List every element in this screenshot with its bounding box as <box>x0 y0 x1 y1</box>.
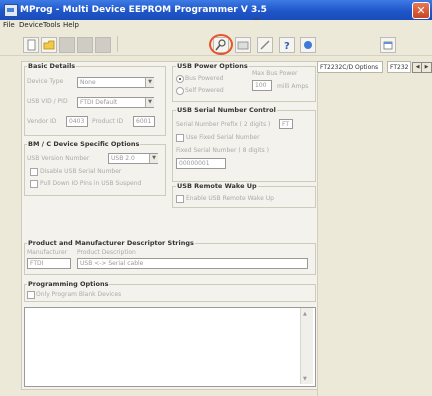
parse-icon[interactable] <box>257 37 273 53</box>
tab-ft232[interactable]: FT232 <box>387 61 411 73</box>
disable-serial-checkbox[interactable] <box>30 168 38 176</box>
disable-serial-label: Disable USB Serial Number <box>40 168 122 175</box>
chevron-down-icon[interactable]: ▼ <box>145 98 154 107</box>
app-icon <box>4 4 18 17</box>
fixed-serial-field[interactable]: 00000001 <box>176 158 226 169</box>
product-id-field[interactable]: 6001 <box>133 116 155 127</box>
serial-prefix-field[interactable]: FT <box>279 119 293 129</box>
menu-file[interactable]: File <box>3 21 15 29</box>
copy-icon[interactable] <box>380 37 396 53</box>
only-blank-checkbox[interactable] <box>27 291 35 299</box>
chevron-down-icon[interactable]: ▼ <box>149 154 158 163</box>
max-bus-power-field[interactable]: 100 <box>252 80 272 91</box>
max-bus-power-label: Max Bus Power <box>252 70 298 77</box>
manufacturer-field[interactable]: FTDI <box>27 258 71 269</box>
usb-version-label: USB Version Number <box>27 155 90 162</box>
menu-tools[interactable]: Tools <box>43 21 60 29</box>
self-powered-radio[interactable] <box>176 87 184 95</box>
log-scrollbar[interactable] <box>300 308 313 384</box>
chevron-right-icon[interactable]: ▶ <box>421 62 432 73</box>
about-icon[interactable] <box>300 37 316 53</box>
toolbar-separator <box>117 36 118 52</box>
read-icon[interactable] <box>235 37 251 53</box>
vendor-id-label: Vendor ID <box>27 118 57 125</box>
basic-details-title: Basic Details <box>27 62 77 70</box>
device-type-select[interactable]: None <box>77 77 154 88</box>
usb-power-title: USB Power Options <box>176 62 249 70</box>
only-blank-label: Only Program Blank Devices <box>36 291 122 298</box>
bus-powered-label: Bus Powered <box>185 75 224 82</box>
remote-wake-label: Enable USB Remote Wake Up <box>186 195 274 202</box>
program-icon[interactable] <box>77 37 93 53</box>
usb-serial-title: USB Serial Number Control <box>176 106 277 114</box>
log-output[interactable] <box>24 307 316 387</box>
bus-powered-radio[interactable] <box>176 75 184 83</box>
save-icon[interactable] <box>59 37 75 53</box>
scroll-down-icon[interactable]: ▼ <box>303 376 307 382</box>
usb-wake-title: USB Remote Wake Up <box>176 182 258 190</box>
product-description-label: Product Description <box>77 249 136 256</box>
scroll-up-icon[interactable]: ▲ <box>303 311 307 317</box>
help-icon[interactable]: ? <box>279 37 295 53</box>
product-description-field[interactable]: USB <-> Serial cable <box>77 258 308 269</box>
use-fixed-serial-label: Use Fixed Serial Number <box>186 134 260 141</box>
product-id-label: Product ID <box>92 118 124 125</box>
programming-options-title: Programming Options <box>27 280 110 288</box>
pull-down-label: Pull Down IO Pins in USB Suspend <box>40 180 142 187</box>
tab-ft2232c[interactable]: FT2232C/D Options <box>317 61 383 73</box>
close-button[interactable]: ✕ <box>412 2 430 19</box>
vid-pid-select[interactable]: FTDI Default <box>77 97 154 108</box>
serial-prefix-label: Serial Number Prefix ( 2 digits ) <box>176 121 271 128</box>
menu-help[interactable]: Help <box>63 21 79 29</box>
fixed-serial-label: Fixed Serial Number ( 8 digits ) <box>176 147 269 154</box>
vendor-id-field[interactable]: 0403 <box>66 116 88 127</box>
window-title: MProg - Multi Device EEPROM Programmer V… <box>20 5 267 15</box>
bm-c-options-title: BM / C Device Specific Options <box>27 140 141 148</box>
use-fixed-serial-checkbox[interactable] <box>176 134 184 142</box>
device-options-pane <box>317 74 432 396</box>
remote-wake-checkbox[interactable] <box>176 195 184 203</box>
vid-pid-label: USB VID / PID <box>27 98 68 105</box>
self-powered-label: Self Powered <box>185 87 224 94</box>
menu-device[interactable]: Device <box>19 21 43 29</box>
milli-amps-label: milli Amps <box>277 83 309 90</box>
erase-icon[interactable] <box>95 37 111 53</box>
svg-text:?: ? <box>284 41 290 52</box>
device-type-label: Device Type <box>27 78 64 85</box>
pull-down-checkbox[interactable] <box>30 180 38 188</box>
highlight-circle <box>209 34 233 55</box>
manufacturer-label: Manufacturer <box>27 249 68 256</box>
chevron-down-icon[interactable]: ▼ <box>145 78 154 87</box>
new-file-icon[interactable] <box>23 37 39 53</box>
descriptor-title: Product and Manufacturer Descriptor Stri… <box>27 239 195 247</box>
open-folder-icon[interactable] <box>41 37 57 53</box>
